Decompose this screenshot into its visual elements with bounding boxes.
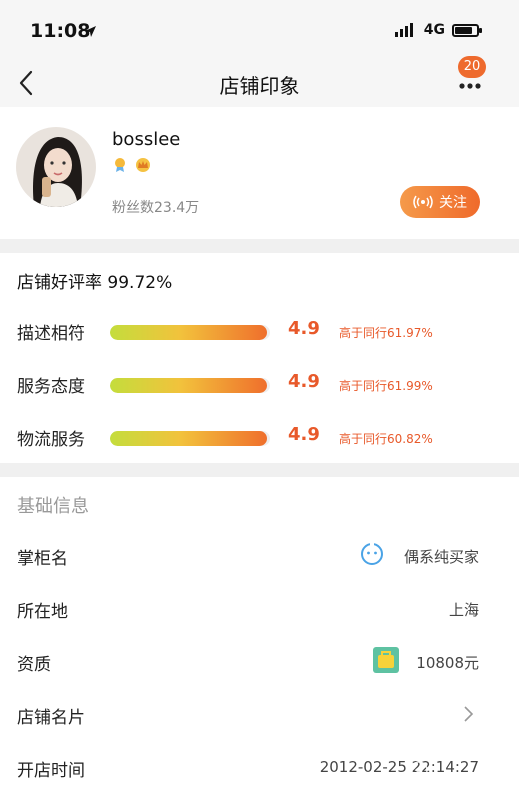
crown-icon — [136, 158, 150, 172]
page-title: 店铺印象 — [219, 74, 300, 98]
signal-icon — [394, 23, 413, 37]
info-row-location: 所在地 上海 — [0, 584, 519, 634]
chevron-right-icon[interactable] — [463, 704, 475, 724]
deposit-bag-icon — [373, 647, 399, 673]
rating-score: 4.9 — [288, 371, 320, 392]
info-label: 资质 — [17, 655, 51, 675]
overall-rating: 店铺好评率 99.72% — [17, 273, 173, 293]
follow-button[interactable]: 关注 — [400, 186, 480, 218]
shop-profile: bosslee 粉丝数23.4万 关注 — [0, 107, 519, 239]
level-badges — [112, 157, 152, 173]
rating-bar-fill — [110, 378, 267, 393]
rating-compare: 高于同行60.82% — [339, 432, 433, 446]
rating-score: 4.9 — [288, 424, 320, 445]
rating-bar-fill — [110, 325, 267, 340]
status-time: 11:08 — [30, 20, 91, 42]
rating-row: 物流服务 4.9 高于同行60.82% — [0, 422, 519, 452]
notification-badge[interactable]: 20 — [458, 56, 486, 78]
divider — [0, 239, 519, 253]
shop-name: bosslee — [112, 129, 181, 150]
info-row-qualification[interactable]: 资质 10808元 — [0, 637, 519, 687]
location-arrow-icon — [85, 26, 96, 37]
info-value: 上海 — [448, 601, 479, 619]
rating-score: 4.9 — [288, 318, 320, 339]
medal-icon — [115, 158, 125, 172]
battery-icon — [452, 23, 482, 37]
rating-label: 服务态度 — [17, 377, 85, 397]
section-title: 基础信息 — [17, 496, 89, 517]
divider — [0, 463, 519, 477]
rating-label: 描述相符 — [17, 324, 85, 344]
rating-compare: 高于同行61.97% — [339, 326, 433, 340]
rating-row: 描述相符 4.9 高于同行61.97% — [0, 316, 519, 346]
watermark — [410, 758, 510, 782]
rating-bar — [110, 378, 270, 393]
broadcast-icon — [413, 195, 433, 209]
info-label: 所在地 — [17, 602, 68, 622]
rating-label: 物流服务 — [17, 430, 85, 450]
info-label: 开店时间 — [17, 761, 85, 781]
rating-bar-fill — [110, 431, 267, 446]
follow-label: 关注 — [439, 195, 467, 211]
info-row-shop-card[interactable]: 店铺名片 — [0, 690, 519, 740]
watermark-logo-icon — [410, 761, 428, 779]
network-type: 4G — [423, 22, 445, 38]
rating-bar — [110, 431, 270, 446]
info-label: 店铺名片 — [17, 708, 85, 728]
info-row-shopkeeper[interactable]: 掌柜名 偶系纯买家 — [0, 531, 519, 581]
rating-compare: 高于同行61.99% — [339, 379, 433, 393]
info-value: 10808元 — [416, 654, 479, 672]
status-bar: 11:08 4G — [0, 0, 519, 60]
fans-count: 粉丝数23.4万 — [112, 200, 200, 216]
nav-bar: 店铺印象 20 — [0, 56, 519, 107]
avatar[interactable] — [16, 127, 96, 207]
info-value: 偶系纯买家 — [403, 548, 479, 566]
rating-row: 服务态度 4.9 高于同行61.99% — [0, 369, 519, 399]
info-label: 掌柜名 — [17, 549, 68, 569]
chat-face-icon[interactable] — [359, 541, 385, 567]
rating-bar — [110, 325, 270, 340]
status-indicators: 4G — [394, 22, 482, 38]
